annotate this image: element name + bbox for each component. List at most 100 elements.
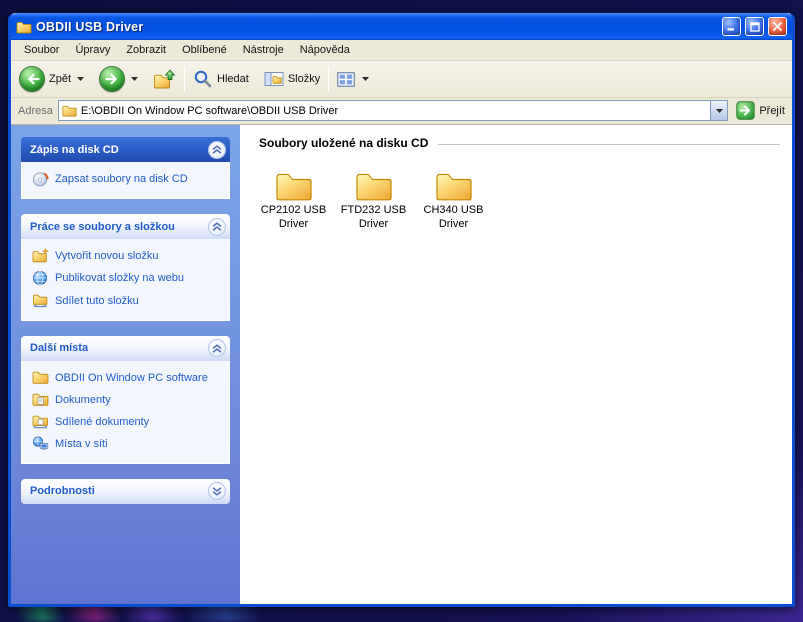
menu-napoveda[interactable]: Nápověda — [292, 42, 358, 58]
back-arrow-icon — [19, 66, 45, 92]
section-title: Další místa — [30, 342, 88, 354]
task-label: Sdílet tuto složku — [55, 293, 139, 308]
place-parent-folder[interactable]: OBDII On Window PC software — [31, 370, 223, 385]
window-title: OBDII USB Driver — [36, 20, 718, 34]
views-dropdown-icon[interactable] — [359, 75, 372, 83]
menu-soubor[interactable]: Soubor — [16, 42, 67, 58]
collapse-chevron-icon[interactable] — [208, 141, 226, 159]
folders-label: Složky — [288, 73, 320, 85]
folder-cp2102-usb-driver[interactable]: CP2102 USB Driver — [260, 170, 327, 232]
group-divider — [438, 144, 780, 145]
section-file-tasks: Práce se soubory a složkou Vytvoři — [21, 214, 230, 321]
search-button[interactable]: Hledat — [190, 67, 252, 91]
place-shared-documents[interactable]: Sdílené dokumenty — [31, 414, 223, 429]
section-header-details[interactable]: Podrobnosti — [21, 479, 230, 504]
cd-burn-icon — [31, 171, 49, 187]
file-pane[interactable]: Soubory uložené na disku CD CP2102 USB D… — [240, 125, 792, 604]
folder-icon — [435, 170, 473, 201]
section-header-cd-writing[interactable]: Zápis na disk CD — [21, 137, 230, 162]
task-new-folder[interactable]: Vytvořit novou složku — [31, 248, 223, 263]
back-dropdown-icon[interactable] — [74, 75, 87, 83]
section-body-file-tasks: Vytvořit novou složku Publikovat složky … — [21, 239, 230, 321]
folders-button[interactable]: Složky — [261, 69, 323, 89]
titlebar[interactable]: OBDII USB Driver — [11, 13, 792, 40]
section-title: Podrobnosti — [30, 485, 95, 497]
shared-documents-icon — [31, 414, 49, 429]
go-arrow-icon — [736, 101, 755, 120]
address-label: Adresa — [18, 105, 53, 117]
maximize-button[interactable] — [745, 17, 764, 36]
back-label: Zpět — [49, 73, 71, 85]
folder-icon — [355, 170, 393, 201]
task-label: Vytvořit novou složku — [55, 248, 159, 263]
minimize-button[interactable] — [722, 17, 741, 36]
window-icon — [16, 20, 32, 34]
folder-name: CP2102 USB Driver — [260, 204, 327, 232]
section-cd-writing: Zápis na disk CD — [21, 137, 230, 199]
network-places-icon — [31, 436, 49, 451]
share-folder-icon — [31, 293, 49, 308]
place-label: Dokumenty — [55, 392, 111, 407]
file-group-title: Soubory uložené na disku CD — [259, 136, 428, 150]
file-group-header: Soubory uložené na disku CD — [259, 136, 780, 150]
task-publish-web[interactable]: Publikovat složky na webu — [31, 270, 223, 286]
section-title: Práce se soubory a složkou — [30, 221, 175, 233]
go-label: Přejít — [759, 105, 785, 117]
place-documents[interactable]: Dokumenty — [31, 392, 223, 407]
section-other-places: Další místa OBDII On Window PC software — [21, 336, 230, 464]
folder-ch340-usb-driver[interactable]: CH340 USB Driver — [420, 170, 487, 232]
publish-web-icon — [31, 270, 49, 286]
address-input[interactable]: E:\OBDII On Window PC software\OBDII USB… — [58, 100, 728, 121]
task-burn-cd[interactable]: Zapsat soubory na disk CD — [31, 171, 223, 187]
my-documents-icon — [31, 392, 49, 406]
section-body-cd-writing: Zapsat soubory na disk CD — [21, 162, 230, 199]
folder-icon — [31, 370, 49, 384]
toolbar-separator — [328, 66, 329, 92]
task-share-folder[interactable]: Sdílet tuto složku — [31, 293, 223, 308]
search-label: Hledat — [217, 73, 249, 85]
task-label: Publikovat složky na webu — [55, 270, 184, 285]
views-icon — [337, 72, 355, 87]
address-path-text: E:\OBDII On Window PC software\OBDII USB… — [81, 105, 706, 117]
folder-icon — [275, 170, 313, 201]
place-label: OBDII On Window PC software — [55, 370, 208, 385]
new-folder-icon — [31, 248, 49, 263]
toolbar-separator — [184, 66, 185, 92]
up-button[interactable] — [150, 67, 179, 91]
address-dropdown-icon[interactable] — [710, 101, 727, 120]
back-button[interactable]: Zpět — [16, 64, 74, 94]
go-button[interactable]: Přejít — [733, 101, 788, 120]
menu-zobrazit[interactable]: Zobrazit — [118, 42, 174, 58]
collapse-chevron-icon[interactable] — [208, 339, 226, 357]
task-label: Zapsat soubory na disk CD — [55, 171, 188, 186]
place-network[interactable]: Místa v síti — [31, 436, 223, 451]
search-icon — [193, 69, 213, 89]
menu-oblibene[interactable]: Oblíbené — [174, 42, 235, 58]
main-area: Zápis na disk CD — [11, 125, 792, 604]
section-details: Podrobnosti — [21, 479, 230, 504]
close-button[interactable] — [768, 17, 787, 36]
expand-chevron-icon[interactable] — [208, 482, 226, 500]
place-label: Místa v síti — [55, 436, 108, 451]
folder-name: CH340 USB Driver — [420, 204, 487, 232]
address-bar: Adresa E:\OBDII On Window PC software\OB… — [11, 98, 792, 125]
folder-ftd232-usb-driver[interactable]: FTD232 USB Driver — [340, 170, 407, 232]
place-label: Sdílené dokumenty — [55, 414, 149, 429]
menu-upravy[interactable]: Úpravy — [67, 42, 118, 58]
task-pane: Zápis na disk CD — [11, 125, 240, 604]
section-header-file-tasks[interactable]: Práce se soubory a složkou — [21, 214, 230, 239]
section-title: Zápis na disk CD — [30, 144, 119, 156]
explorer-window: OBDII USB Driver Soubor Úpravy Zobrazit … — [8, 13, 795, 607]
collapse-chevron-icon[interactable] — [208, 218, 226, 236]
address-folder-icon — [62, 104, 77, 117]
folders-icon — [264, 71, 284, 87]
up-folder-icon — [153, 69, 176, 89]
views-button[interactable] — [334, 70, 375, 89]
menu-nastroje[interactable]: Nástroje — [235, 42, 292, 58]
menu-bar: Soubor Úpravy Zobrazit Oblíbené Nástroje… — [11, 40, 792, 61]
forward-button[interactable] — [96, 64, 128, 94]
section-header-other-places[interactable]: Další místa — [21, 336, 230, 361]
section-body-other-places: OBDII On Window PC software Dokumenty — [21, 361, 230, 464]
folder-list: CP2102 USB Driver FTD232 USB Driver — [259, 150, 780, 232]
forward-dropdown-icon[interactable] — [128, 75, 141, 83]
